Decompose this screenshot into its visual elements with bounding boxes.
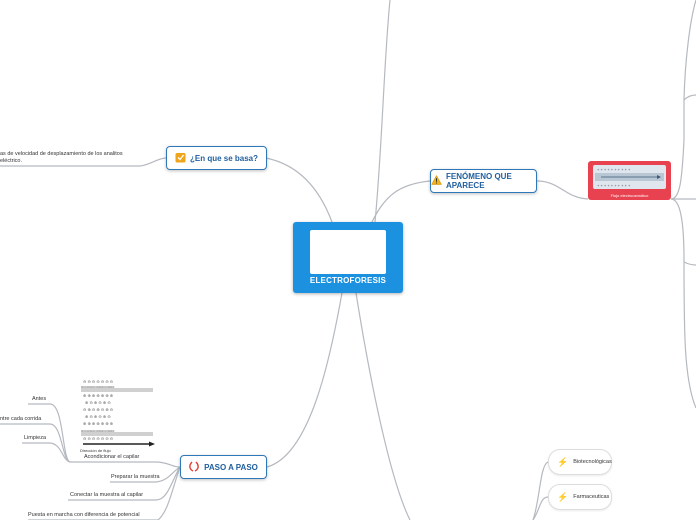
svg-text:⊕ ⊕ ⊕ ⊕ ⊕ ⊕ ⊕: ⊕ ⊕ ⊕ ⊕ ⊕ ⊕ ⊕ bbox=[83, 421, 113, 426]
connector-right-trunk bbox=[670, 100, 685, 200]
svg-text:⊖ ⊕ ⊖ ⊕ ⊖ ⊕ ⊖: ⊖ ⊕ ⊖ ⊕ ⊖ ⊕ ⊖ bbox=[83, 407, 113, 412]
basa-text-line1: as de velocidad de desplazamiento de los… bbox=[0, 151, 123, 157]
svg-text:⊕ ⊕ ⊕ ⊕ ⊕ ⊕ ⊕: ⊕ ⊕ ⊕ ⊕ ⊕ ⊕ ⊕ bbox=[83, 393, 113, 398]
fenomeno-image[interactable]: + + + + + + + + + + + + + + + + + + + + F… bbox=[588, 161, 671, 200]
warning-icon bbox=[431, 174, 442, 187]
svg-text:⊕ ⊖ ⊕ ⊖ ⊕ ⊖: ⊕ ⊖ ⊕ ⊖ ⊕ ⊖ bbox=[85, 400, 111, 405]
notepad-icon bbox=[175, 152, 186, 165]
connector-basa-text bbox=[139, 157, 167, 167]
connector-paso-conectar bbox=[155, 466, 181, 501]
central-title: ELECTROFORESIS bbox=[309, 276, 387, 285]
application-biotecnologicas[interactable]: ⚡ Biotecnológicas bbox=[548, 449, 612, 475]
substep-limpieza[interactable]: Limpieza bbox=[24, 435, 46, 441]
connector-central-basa bbox=[265, 157, 333, 223]
step-preparar[interactable]: Preparar la muestra bbox=[111, 474, 160, 480]
connector-app-biotec bbox=[532, 461, 549, 520]
lightning-icon: ⚡ bbox=[557, 456, 569, 467]
capillary-diagram: ⊖ ⊖ ⊖ ⊖ ⊖ ⊖ ⊖ ooooooooooooooo ⊕ ⊕ ⊕ ⊕ ⊕ … bbox=[79, 377, 155, 447]
application-label: Biotecnológicas bbox=[573, 459, 612, 465]
topic-label: PASO A PASO bbox=[204, 462, 258, 472]
application-farmaceuticas[interactable]: ⚡ Farmaceuticas bbox=[548, 484, 612, 510]
svg-text:ooooooooooooooo: ooooooooooooooo bbox=[81, 428, 115, 433]
arrows-icon bbox=[189, 461, 200, 474]
connector-fenomeno-image bbox=[536, 180, 589, 200]
flow-illustration: + + + + + + + + + + + + + + + + + + + + bbox=[593, 165, 666, 189]
connector-central-bottom bbox=[355, 292, 411, 520]
connector-app-farma bbox=[532, 496, 549, 520]
central-topic[interactable]: ELECTROFORESIS bbox=[293, 222, 403, 293]
topic-fenomeno[interactable]: FENÓMENO QUE APARECE bbox=[430, 169, 537, 193]
connector-central-paso bbox=[266, 292, 343, 468]
substep-entre-cada-corrida[interactable]: ntre cada corrida bbox=[0, 416, 41, 422]
lightning-icon: ⚡ bbox=[557, 491, 569, 502]
svg-text:⊖ ⊖ ⊖ ⊖ ⊖ ⊖ ⊖: ⊖ ⊖ ⊖ ⊖ ⊖ ⊖ ⊖ bbox=[83, 436, 113, 441]
step-puesta[interactable]: Puesta en marcha con diferencia de poten… bbox=[28, 512, 140, 518]
topic-paso-a-paso[interactable]: PASO A PASO bbox=[180, 455, 267, 479]
connector-paso-acondicionar bbox=[155, 461, 181, 468]
connector-central-top bbox=[374, 0, 391, 223]
svg-text:+ + + + + + + + + +: + + + + + + + + + + bbox=[597, 167, 631, 172]
connector-central-fenomeno bbox=[371, 180, 431, 223]
connector-sub-antes bbox=[49, 403, 71, 463]
topic-label: FENÓMENO QUE APARECE bbox=[446, 172, 512, 190]
connector-paso-puesta bbox=[157, 466, 181, 520]
step-conectar[interactable]: Conectar la muestra al capilar bbox=[70, 492, 143, 498]
central-image bbox=[310, 230, 386, 274]
svg-text:ooooooooooooooo: ooooooooooooooo bbox=[81, 384, 115, 389]
svg-text:+ + + + + + + + + +: + + + + + + + + + + bbox=[597, 183, 631, 188]
application-label: Farmaceuticas bbox=[573, 494, 610, 500]
step-acondicionar[interactable]: Acondicionar el capilar bbox=[84, 454, 139, 460]
basa-text-line2: eléctrico. bbox=[0, 158, 23, 164]
topic-en-que-se-basa[interactable]: ¿En que se basa? bbox=[166, 146, 267, 170]
topic-label: ¿En que se basa? bbox=[189, 153, 259, 163]
svg-text:⊕ ⊖ ⊕ ⊖ ⊕ ⊖: ⊕ ⊖ ⊕ ⊖ ⊕ ⊖ bbox=[85, 414, 111, 419]
fenomeno-image-caption: Flujo electroosmótico bbox=[610, 193, 649, 198]
capillary-caption: Dirección de flujo bbox=[80, 448, 111, 453]
substep-antes[interactable]: Antes bbox=[32, 396, 46, 402]
